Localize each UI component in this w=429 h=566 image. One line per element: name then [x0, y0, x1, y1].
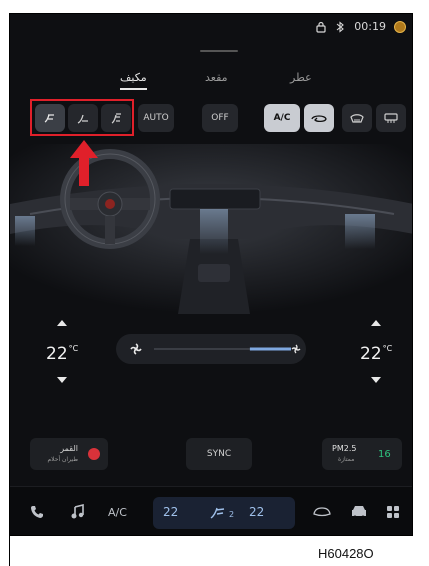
- off-button[interactable]: OFF: [202, 104, 238, 132]
- vehicle-icon[interactable]: [350, 504, 368, 520]
- dock-ac-label[interactable]: A/C: [108, 506, 127, 519]
- tab-seat[interactable]: مقعد: [205, 71, 228, 84]
- front-defrost-icon: [350, 114, 364, 123]
- face-feet-airflow-icon: [44, 114, 54, 123]
- fan-speed-slider[interactable]: [116, 334, 306, 364]
- dock-left-temp: 22: [163, 505, 179, 519]
- feet-airflow-button[interactable]: [68, 104, 98, 132]
- dock-right-temp: 22: [249, 505, 265, 519]
- brand-badge-icon: [394, 20, 406, 33]
- fragrance-title: القمر: [60, 444, 78, 453]
- pm25-value: 16: [378, 449, 391, 460]
- feet-airflow-icon: [77, 114, 88, 124]
- fragrance-chip[interactable]: القمر طيران أحلام: [30, 438, 108, 470]
- pm25-chip: PM2.5 ممتازة 16: [322, 438, 402, 470]
- tab-ac[interactable]: مكيف: [120, 71, 147, 90]
- bottom-dock: A/C 22 2 22: [10, 486, 412, 535]
- left-temp-unit: °C: [68, 344, 79, 353]
- apps-icon[interactable]: [386, 505, 400, 519]
- right-temp-unit: °C: [382, 344, 393, 353]
- red-pointer-arrow: [70, 140, 98, 186]
- rear-defrost-icon: [384, 113, 398, 123]
- hvac-screen: 00:19 مكيف مقعد عطر AUTO OFF A/C 22°C 22…: [9, 13, 413, 536]
- pm25-label: PM2.5: [332, 444, 357, 453]
- clock-text: 00:19: [354, 20, 386, 33]
- tab-fragrance[interactable]: عطر: [290, 71, 312, 84]
- dock-airflow-icon: [210, 507, 225, 519]
- right-temp-up-button[interactable]: [370, 319, 382, 327]
- rear-defrost-button[interactable]: [376, 104, 406, 132]
- music-icon[interactable]: [70, 504, 84, 520]
- defrost-feet-airflow-button[interactable]: [101, 104, 131, 132]
- drag-handle[interactable]: [200, 50, 238, 52]
- fan-low-icon: [130, 343, 142, 355]
- status-bar: 00:19: [316, 20, 406, 33]
- dock-fan-level: 2: [229, 510, 235, 519]
- right-temp-value: 22: [360, 344, 382, 364]
- figure-code: H60428O: [318, 546, 374, 561]
- lock-icon: [316, 21, 326, 33]
- pm25-quality: ممتازة: [338, 456, 355, 463]
- face-feet-airflow-button[interactable]: [35, 104, 65, 132]
- ac-button[interactable]: A/C: [264, 104, 300, 132]
- auto-button[interactable]: AUTO: [138, 104, 174, 132]
- left-temp-down-button[interactable]: [56, 376, 68, 384]
- left-temp-display: 22°C: [46, 344, 78, 364]
- defrost-feet-airflow-icon: [111, 113, 121, 124]
- fan-slider-graphic: [130, 343, 301, 355]
- right-temp-down-button[interactable]: [370, 376, 382, 384]
- fragrance-subtitle: طيران أحلام: [47, 456, 78, 463]
- bluetooth-icon: [336, 20, 345, 33]
- car-icon[interactable]: [312, 505, 332, 519]
- left-temp-up-button[interactable]: [56, 319, 68, 327]
- right-temp-display: 22°C: [360, 344, 392, 364]
- fragrance-swatch: [88, 448, 100, 460]
- phone-icon[interactable]: [30, 505, 44, 519]
- recirculation-button[interactable]: [304, 104, 334, 132]
- front-defrost-button[interactable]: [342, 104, 372, 132]
- recirculation-icon: [311, 115, 327, 123]
- dock-climate-widget[interactable]: 22 2 22: [153, 497, 295, 529]
- fan-high-icon: [291, 344, 301, 354]
- sync-button[interactable]: SYNC: [186, 438, 252, 470]
- figure-rule: [9, 536, 10, 566]
- left-temp-value: 22: [46, 344, 68, 364]
